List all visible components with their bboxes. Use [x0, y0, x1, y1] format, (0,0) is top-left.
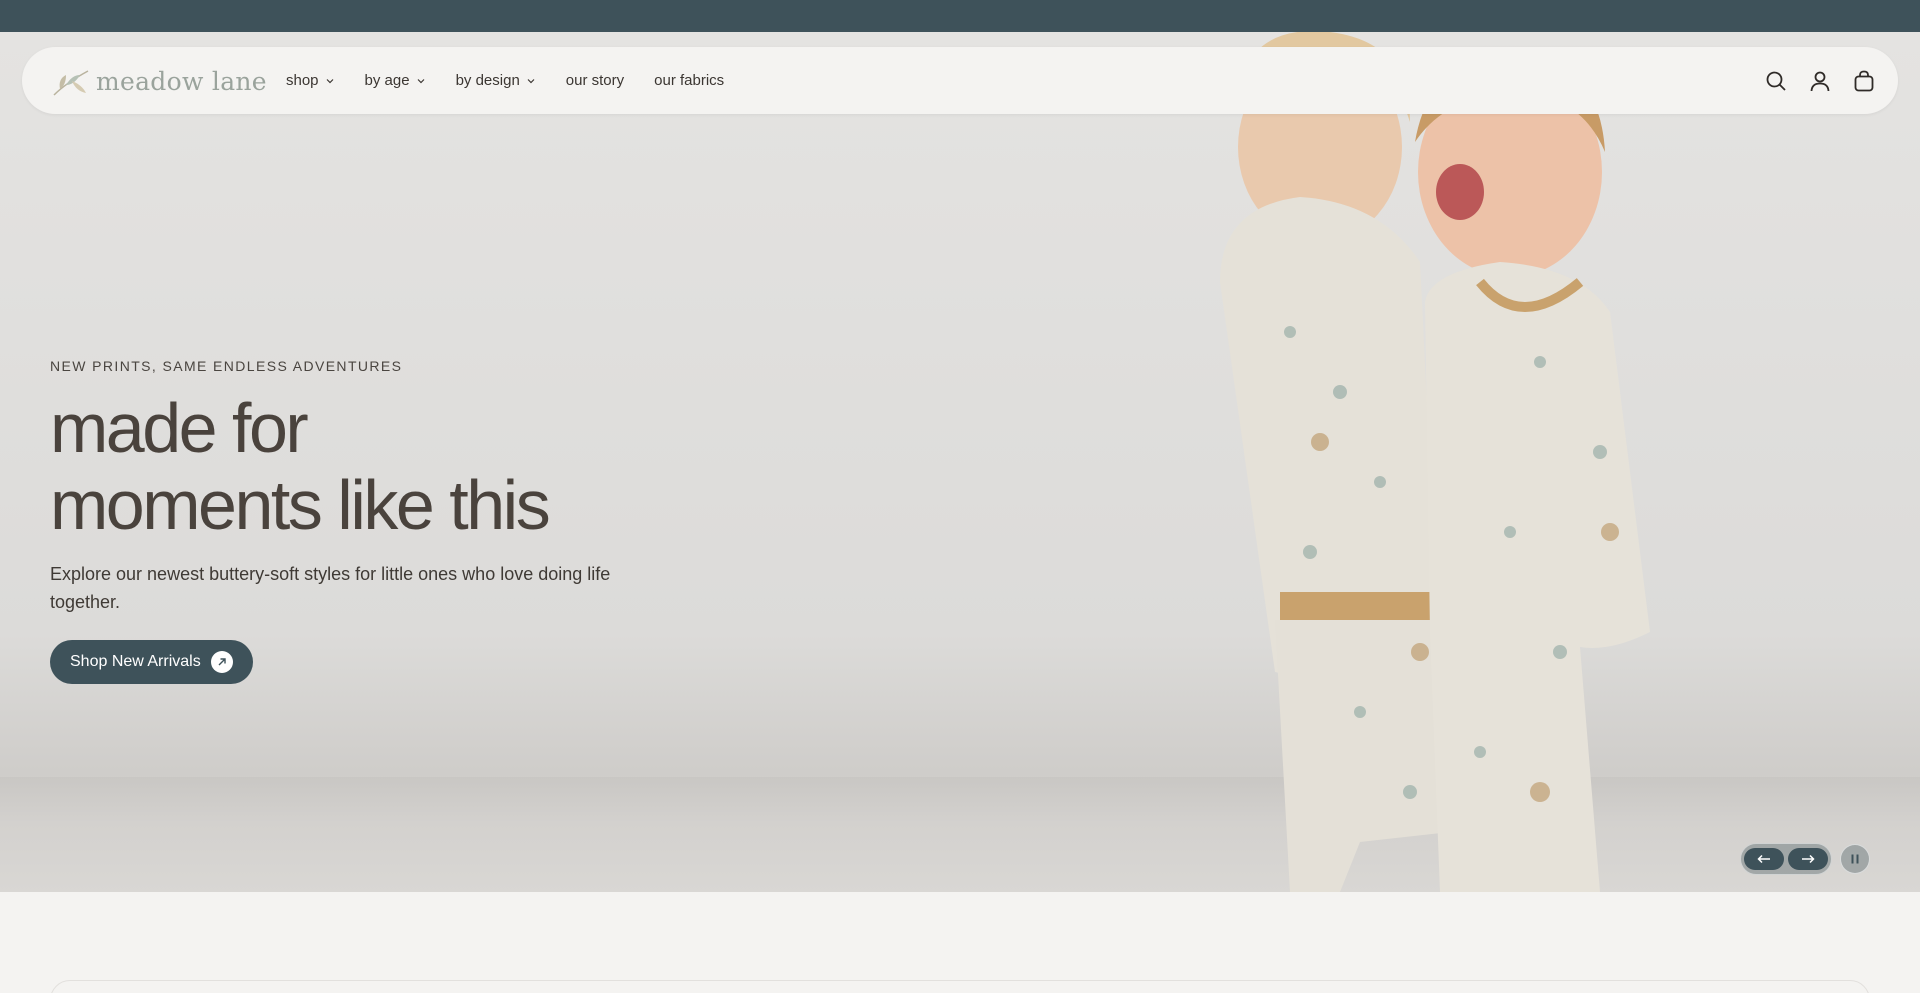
nav-item-by-age[interactable]: by age — [365, 72, 426, 89]
shop-new-arrivals-button[interactable]: Shop New Arrivals — [50, 640, 253, 684]
chevron-down-icon — [527, 78, 535, 83]
arrow-right-icon — [1802, 854, 1815, 864]
logo-text: meadow lane — [96, 66, 267, 96]
slider-arrow-group — [1740, 843, 1832, 875]
hero-headline-line1: made for — [50, 389, 309, 467]
slider-prev-button[interactable] — [1744, 848, 1784, 870]
slider-pause-button[interactable] — [1840, 844, 1870, 874]
nav-item-label: our fabrics — [654, 72, 725, 89]
nav-item-shop[interactable]: shop — [286, 72, 335, 89]
logo[interactable]: meadow lane — [52, 61, 267, 101]
main-nav: shop by age by design our story our fabr… — [286, 47, 754, 114]
cta-label: Shop New Arrivals — [70, 653, 201, 670]
nav-item-by-design[interactable]: by design — [456, 72, 536, 89]
next-section-card — [50, 980, 1870, 993]
slider-next-button[interactable] — [1788, 848, 1828, 870]
hero-banner: NEW PRINTS, SAME ENDLESS ADVENTURES made… — [0, 32, 1920, 892]
site-header: meadow lane shop by age by design our st… — [22, 47, 1898, 114]
hero-headline: made for moments like this — [50, 390, 650, 544]
account-icon[interactable] — [1808, 69, 1832, 93]
nav-item-label: by age — [364, 72, 410, 89]
slider-controls — [1740, 843, 1870, 875]
hero-subtext: Explore our newest buttery-soft styles f… — [50, 564, 611, 612]
hero-content: NEW PRINTS, SAME ENDLESS ADVENTURES made… — [50, 358, 650, 684]
nav-item-our-story[interactable]: our story — [566, 72, 624, 89]
hero-photo-children — [1220, 32, 1650, 892]
nav-item-our-fabrics[interactable]: our fabrics — [654, 72, 724, 89]
nav-item-label: our story — [565, 72, 625, 89]
header-actions — [1764, 47, 1876, 114]
search-icon[interactable] — [1764, 69, 1788, 93]
hero-headline-line2: moments like this — [50, 466, 551, 544]
nav-item-label: by design — [455, 72, 520, 89]
arrow-up-right-icon — [210, 651, 233, 673]
chevron-down-icon — [417, 78, 425, 83]
bag-icon[interactable] — [1852, 69, 1876, 93]
chevron-down-icon — [326, 78, 333, 83]
nav-item-label: shop — [286, 72, 319, 89]
announcement-bar — [0, 0, 1920, 32]
logo-leaf-icon — [53, 70, 89, 96]
arrow-left-icon — [1757, 854, 1770, 864]
hero-eyebrow: NEW PRINTS, SAME ENDLESS ADVENTURES — [50, 358, 403, 374]
pause-icon — [1851, 854, 1859, 864]
